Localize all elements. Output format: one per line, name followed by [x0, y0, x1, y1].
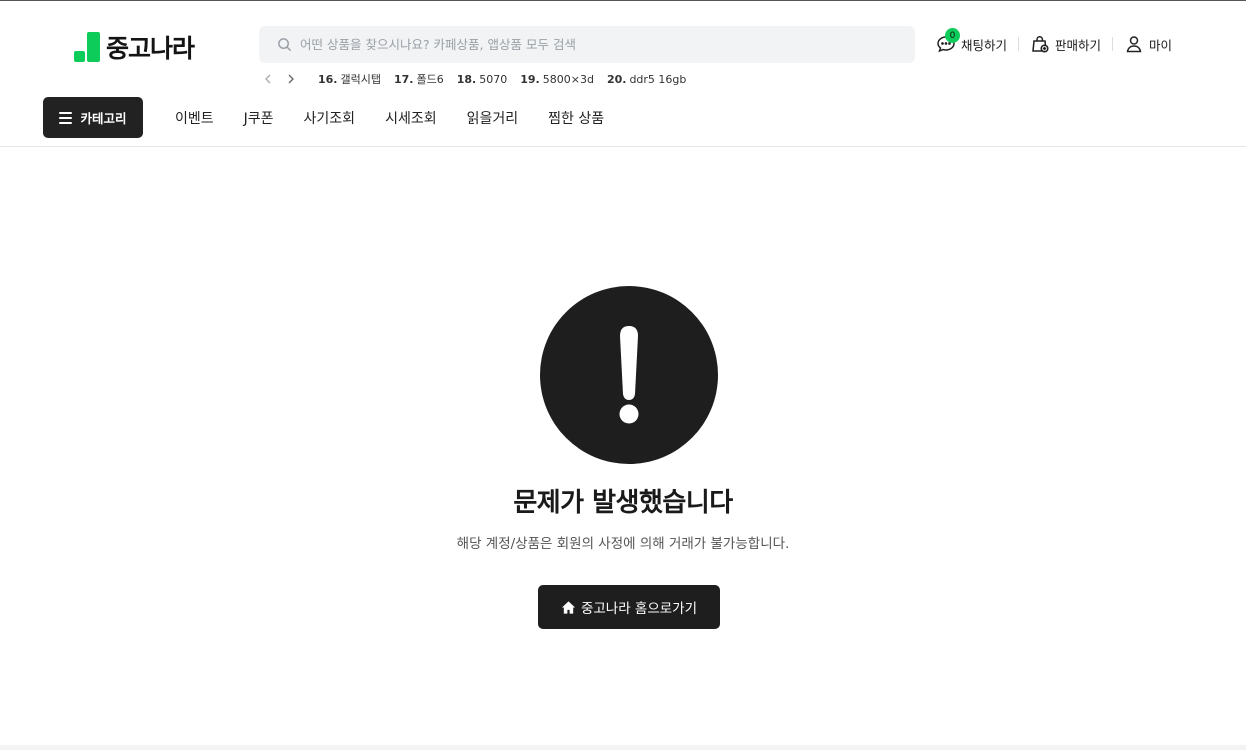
rank-item[interactable]: 17. 폴드6	[394, 71, 444, 87]
popular-keywords: 16. 갤럭시탭 17. 폴드6 18. 5070 19. 5800×3d 20. ddr…	[259, 70, 686, 88]
search-icon	[278, 38, 292, 52]
go-home-label: 중고나라 홈으로가기	[580, 601, 698, 617]
rank-number: 18.	[456, 72, 477, 86]
logo-text: 중고나라	[106, 34, 195, 63]
nav-link-fraud-check[interactable]: 사기조회	[304, 108, 356, 128]
logo-mark-icon	[74, 32, 100, 62]
category-button[interactable]: 카테고리	[43, 97, 143, 138]
chat-button[interactable]: 0 채팅하기	[936, 28, 1007, 54]
main-nav: 카테고리 이벤트 J쿠폰 사기조회 시세조회 읽을거리 찜한 상품	[43, 97, 604, 138]
sell-button[interactable]: 판매하기	[1030, 34, 1101, 54]
logo[interactable]: 중고나라	[74, 29, 195, 65]
nav-link-articles[interactable]: 읽을거리	[467, 108, 519, 128]
search-input[interactable]	[300, 37, 860, 52]
chat-label: 채팅하기	[960, 37, 1007, 53]
rank-item[interactable]: 20. ddr5 16gb	[607, 73, 686, 86]
nav-link-price-check[interactable]: 시세조회	[385, 108, 437, 128]
user-actions: 0 채팅하기 판매하기 마이	[936, 28, 1172, 57]
nav-link-wishlist[interactable]: 찜한 상품	[548, 108, 604, 128]
rank-item[interactable]: 19. 5800×3d	[520, 73, 594, 86]
rank-keyword: 5070	[479, 72, 508, 86]
rank-keyword: 5800×3d	[542, 72, 594, 86]
rank-keyword: 갤럭시탭	[340, 73, 381, 86]
separator	[1111, 37, 1113, 51]
user-icon	[1126, 36, 1142, 53]
nav-links: 이벤트 J쿠폰 사기조회 시세조회 읽을거리 찜한 상품	[175, 108, 604, 128]
header-divider	[0, 146, 1246, 147]
rank-number: 17.	[393, 73, 414, 86]
warning-icon	[540, 286, 718, 464]
chevron-left-icon[interactable]	[259, 70, 277, 88]
footer-edge	[0, 745, 1246, 750]
search-bar[interactable]	[259, 26, 915, 63]
sell-label: 판매하기	[1054, 37, 1101, 53]
error-title: 문제가 발생했습니다	[513, 488, 733, 518]
menu-icon	[59, 111, 73, 124]
rank-item[interactable]: 16. 갤럭시탭	[318, 71, 381, 87]
rank-item[interactable]: 18. 5070	[457, 73, 508, 86]
rank-number: 16.	[318, 73, 338, 86]
my-page-button[interactable]: 마이	[1124, 34, 1172, 54]
home-icon	[561, 600, 576, 614]
shopping-bag-icon	[1032, 36, 1049, 53]
category-label: 카테고리	[80, 111, 127, 126]
rank-number: 20.	[606, 72, 627, 86]
rank-number: 19.	[520, 72, 540, 86]
rank-keyword: 폴드6	[416, 73, 444, 86]
separator	[1017, 37, 1019, 51]
chat-count-badge: 0	[944, 28, 960, 43]
go-home-button[interactable]: 중고나라 홈으로가기	[538, 585, 720, 629]
rank-keyword: ddr5 16gb	[629, 72, 687, 86]
top-border	[0, 0, 1246, 1]
nav-link-event[interactable]: 이벤트	[175, 108, 214, 128]
chevron-right-icon[interactable]	[282, 70, 300, 88]
error-description: 해당 계정/상품은 회원의 사정에 의해 거래가 불가능합니다.	[456, 536, 790, 552]
nav-link-jcoupon[interactable]: J쿠폰	[244, 108, 274, 128]
my-label: 마이	[1148, 37, 1172, 53]
